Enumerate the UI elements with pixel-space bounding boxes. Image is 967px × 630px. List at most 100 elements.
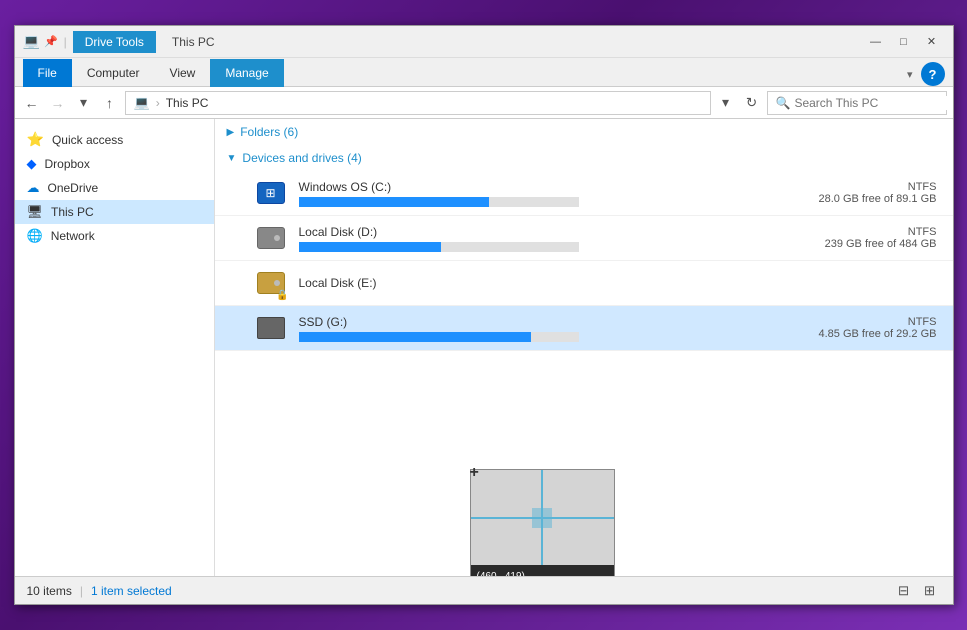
crosshair-center <box>532 508 552 528</box>
ribbon: File Computer View Manage ▾ ? <box>15 58 953 87</box>
dropdown-icon: ▾ <box>907 69 913 81</box>
close-button[interactable]: ✕ <box>919 32 945 52</box>
folders-section-header[interactable]: ▶ Folders (6) <box>215 119 953 145</box>
drive-g-meta: NTFS 4.85 GB free of 29.2 GB <box>777 316 937 340</box>
drive-d-bar-container <box>299 242 579 252</box>
main-area: ⭐ Quick access ◆ Dropbox ☁ OneDrive 🖥 Th… <box>15 119 953 576</box>
drive-g-fs: NTFS <box>777 316 937 328</box>
status-bar: 10 items | 1 item selected ⊟ ⊞ <box>15 576 953 604</box>
drive-c-meta: NTFS 28.0 GB free of 89.1 GB <box>777 181 937 205</box>
dropbox-icon: ◆ <box>27 156 37 172</box>
drive-d-icon-area <box>255 222 287 254</box>
drive-g-bar <box>299 332 531 342</box>
window-title-icon: 💻 <box>23 33 40 50</box>
drive-item-c[interactable]: Windows OS (C:) NTFS 28.0 GB free of 89.… <box>215 171 953 216</box>
back-button[interactable]: ← <box>21 92 43 114</box>
address-dropdown-button[interactable]: ▾ <box>715 92 737 114</box>
folders-section-title: Folders (6) <box>240 125 298 139</box>
file-explorer-window: 💻 📌 | Drive Tools This PC — □ ✕ File Com… <box>14 25 954 605</box>
sidebar-onedrive-label: OneDrive <box>48 181 99 195</box>
devices-section-title: Devices and drives (4) <box>242 151 361 165</box>
devices-section-header[interactable]: ▼ Devices and drives (4) <box>215 145 953 171</box>
windows-drive-icon <box>257 182 285 204</box>
maximize-button[interactable]: □ <box>891 32 917 52</box>
help-button[interactable]: ? <box>921 62 945 86</box>
content-panel: ▶ Folders (6) ▼ Devices and drives (4) W… <box>215 119 953 576</box>
ribbon-tabs: File Computer View Manage ▾ ? <box>15 58 953 86</box>
cursor-plus: + <box>470 464 479 482</box>
view-tiles-button[interactable]: ⊞ <box>919 582 941 600</box>
forward-button[interactable]: → <box>47 92 69 114</box>
ribbon-help-area: ▾ ? <box>903 62 945 86</box>
drive-g-icon-area <box>255 312 287 344</box>
drive-tools-title-tab[interactable]: Drive Tools <box>73 31 156 53</box>
content-wrapper: ▶ Folders (6) ▼ Devices and drives (4) W… <box>215 119 953 351</box>
refresh-icon: ↻ <box>746 95 757 111</box>
tab-view-label: View <box>170 66 196 80</box>
sidebar-this-pc-label: This PC <box>51 205 94 219</box>
search-input[interactable] <box>794 96 949 110</box>
lock-overlay-icon: 🔒 <box>276 290 288 301</box>
drive-c-name: Windows OS (C:) <box>299 180 765 194</box>
hdd-drive-icon <box>257 227 285 249</box>
title-separator: | <box>64 35 67 49</box>
network-icon: 🌐 <box>27 228 43 244</box>
drive-d-bar <box>299 242 442 252</box>
tab-manage-label: Manage <box>225 66 268 80</box>
drive-d-name: Local Disk (D:) <box>299 225 765 239</box>
drive-g-info: SSD (G:) <box>299 315 765 342</box>
drive-g-bar-container <box>299 332 579 342</box>
tab-computer[interactable]: Computer <box>72 59 155 87</box>
quick-access-icon: ⭐ <box>27 131 44 148</box>
drive-c-bar-container <box>299 197 579 207</box>
up-button[interactable]: ↑ <box>99 92 121 114</box>
drive-d-fs: NTFS <box>777 226 937 238</box>
drive-c-free: 28.0 GB free of 89.1 GB <box>777 193 937 205</box>
drive-d-meta: NTFS 239 GB free of 484 GB <box>777 226 937 250</box>
pin-icon: 📌 <box>44 35 58 48</box>
refresh-button[interactable]: ↻ <box>741 92 763 114</box>
path-separator-1: › <box>156 96 160 110</box>
sidebar-item-quick-access[interactable]: ⭐ Quick access <box>15 127 214 152</box>
drive-g-name: SSD (G:) <box>299 315 765 329</box>
drive-e-icon-area: 🔒 <box>255 267 287 299</box>
drive-item-g[interactable]: SSD (G:) NTFS 4.85 GB free of 29.2 GB <box>215 306 953 351</box>
sidebar-item-onedrive[interactable]: ☁ OneDrive <box>15 176 214 200</box>
drive-c-fs: NTFS <box>777 181 937 193</box>
tab-manage[interactable]: Manage <box>210 59 283 87</box>
sidebar-dropbox-label: Dropbox <box>45 157 90 171</box>
recent-locations-button[interactable]: ▾ <box>73 92 95 114</box>
search-box[interactable]: 🔍 <box>767 91 947 115</box>
tab-view[interactable]: View <box>155 59 211 87</box>
title-bar-left: 💻 📌 | Drive Tools This PC <box>23 31 863 53</box>
drive-e-name: Local Disk (E:) <box>299 276 937 290</box>
view-details-icon: ⊟ <box>898 583 909 599</box>
view-details-button[interactable]: ⊟ <box>893 582 915 600</box>
sidebar: ⭐ Quick access ◆ Dropbox ☁ OneDrive 🖥 Th… <box>15 119 215 576</box>
sidebar-item-this-pc[interactable]: 🖥 This PC <box>15 200 214 224</box>
devices-toggle-icon: ▼ <box>227 153 237 164</box>
sidebar-item-network[interactable]: 🌐 Network <box>15 224 214 248</box>
address-path-bar[interactable]: 💻 › This PC <box>125 91 711 115</box>
drive-c-icon-area <box>255 177 287 209</box>
ribbon-dropdown-btn[interactable]: ▾ <box>903 64 917 85</box>
drive-c-bar <box>299 197 489 207</box>
window-controls: — □ ✕ <box>863 32 945 52</box>
minimize-button[interactable]: — <box>863 32 889 52</box>
computer-icon: 💻 <box>134 95 150 111</box>
this-pc-icon: 🖥 <box>27 204 44 220</box>
drive-g-free: 4.85 GB free of 29.2 GB <box>777 328 937 340</box>
drive-item-d[interactable]: Local Disk (D:) NTFS 239 GB free of 484 … <box>215 216 953 261</box>
tab-computer-label: Computer <box>87 66 140 80</box>
help-icon: ? <box>929 67 937 82</box>
drive-item-e[interactable]: 🔒 Local Disk (E:) <box>215 261 953 306</box>
sidebar-item-dropbox[interactable]: ◆ Dropbox <box>15 152 214 176</box>
tab-file[interactable]: File <box>23 59 72 87</box>
onedrive-icon: ☁ <box>27 180 40 196</box>
title-bar: 💻 📌 | Drive Tools This PC — □ ✕ <box>15 26 953 58</box>
drive-e-info: Local Disk (E:) <box>299 276 937 290</box>
tooltip-coords: (460 , 419) <box>477 569 608 576</box>
selected-label: 1 item selected <box>91 584 172 598</box>
items-count: 10 items <box>27 584 72 598</box>
status-separator: | <box>80 584 83 598</box>
